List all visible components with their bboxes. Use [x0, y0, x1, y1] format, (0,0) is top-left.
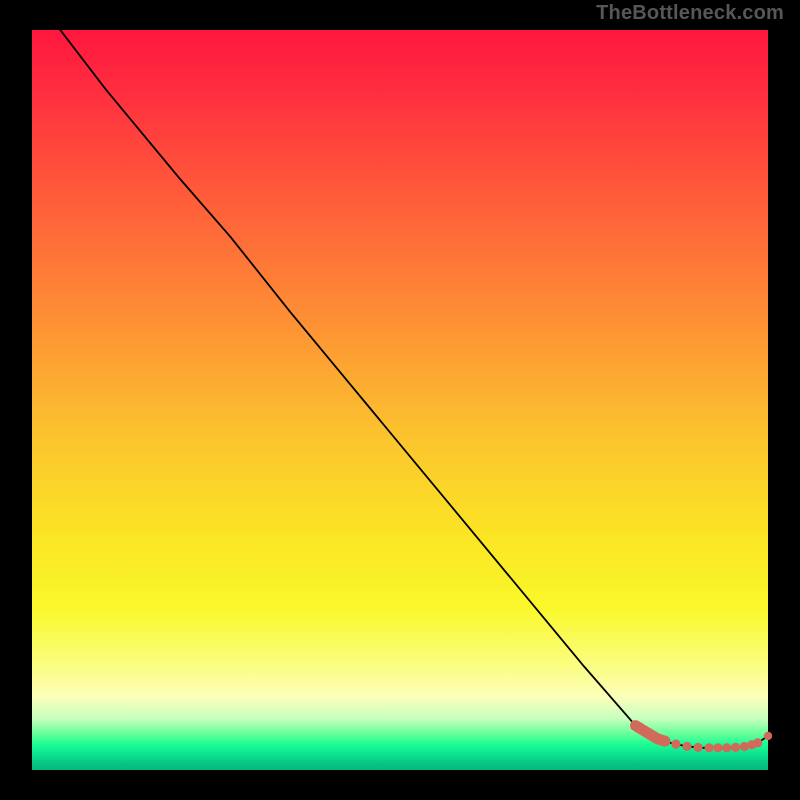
marker-dot — [753, 738, 762, 747]
marker-dot — [722, 743, 731, 752]
marker-dot — [764, 732, 772, 740]
marker-dot — [713, 743, 722, 752]
marker-dot — [671, 740, 680, 749]
bottleneck-curve — [32, 0, 768, 748]
marker-dot — [693, 743, 702, 752]
marker-dot — [682, 742, 691, 751]
marker-dot — [731, 743, 740, 752]
marker-thick-segment — [636, 726, 665, 742]
chart-stage: TheBottleneck.com — [0, 0, 800, 800]
chart-overlay — [32, 30, 768, 770]
watermark-text: TheBottleneck.com — [596, 2, 784, 25]
marker-dot — [705, 743, 714, 752]
